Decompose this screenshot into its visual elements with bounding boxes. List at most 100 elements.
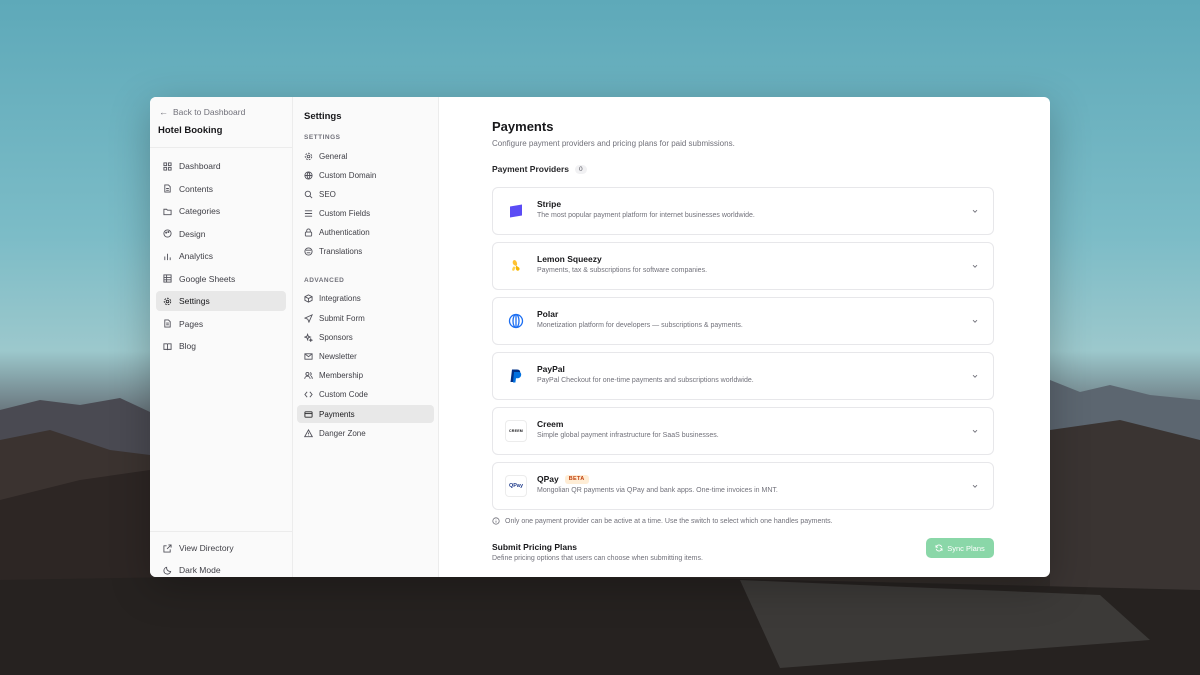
sidebar-item-contents[interactable]: Contents [156,179,286,199]
provider-name-row: QPay BETA [537,474,971,484]
provider-card-stripe[interactable]: Stripe The most popular payment platform… [492,187,994,235]
settings-item-custom-domain[interactable]: Custom Domain [297,166,434,184]
settings-item-custom-fields[interactable]: Custom Fields [297,205,434,223]
paypal-logo-icon [505,365,527,387]
provider-list: Stripe The most popular payment platform… [492,187,994,510]
gear-icon [304,152,313,161]
settings-item-translations[interactable]: Translations [297,243,434,261]
qpay-logo-icon: QPay [505,475,527,497]
provider-name: Stripe [537,199,562,209]
sidebar-item-label: Design [179,228,206,239]
settings-item-label: Translations [319,247,363,257]
settings-item-label: Membership [319,371,364,381]
settings-item-danger-zone[interactable]: Danger Zone [297,424,434,442]
settings-item-seo[interactable]: SEO [297,185,434,203]
sidebar-item-analytics[interactable]: Analytics [156,246,286,266]
provider-card-creem[interactable]: CREEM Creem Simple global payment infras… [492,407,994,455]
moon-icon [163,566,172,575]
sync-plans-button[interactable]: Sync Plans [926,538,994,558]
provider-description: The most popular payment platform for in… [537,212,755,219]
provider-name: Lemon Squeezy [537,254,602,264]
sidebar-item-categories[interactable]: Categories [156,201,286,221]
provider-note-text: Only one payment provider can be active … [505,517,833,525]
languages-icon [304,247,313,256]
sidebar-item-label: Pages [179,318,204,329]
settings-item-newsletter[interactable]: Newsletter [297,348,434,366]
provider-card-qpay[interactable]: QPay QPay BETA Mongolian QR payments via… [492,462,994,510]
palette-icon [163,229,172,238]
users-icon [304,371,313,380]
sidebar-item-label: Google Sheets [179,273,236,284]
back-to-dashboard-link[interactable]: ← Back to Dashboard [159,107,284,117]
settings-item-membership[interactable]: Membership [297,367,434,385]
arrow-left-icon: ← [159,107,168,117]
provider-card-paypal[interactable]: PayPal PayPal Checkout for one-time paym… [492,352,994,400]
sidebar-item-google-sheets[interactable]: Google Sheets [156,269,286,289]
chevron-down-icon[interactable] [971,372,979,380]
chevron-down-icon[interactable] [971,482,979,490]
sidebar-item-label: Blog [179,341,197,351]
chevron-down-icon[interactable] [971,427,979,435]
gear-icon [163,297,172,306]
sidebar-item-blog[interactable]: Blog [156,336,286,356]
settings-item-custom-code[interactable]: Custom Code [297,386,434,404]
code-icon [304,390,313,399]
dark-mode-label: Dark Mode [179,565,221,575]
dark-mode-toggle[interactable]: Dark Mode [156,560,286,577]
provider-card-polar[interactable]: Polar Monetization platform for develope… [492,297,994,345]
settings-nav-title: Settings [304,111,342,122]
pricing-title: Submit Pricing Plans [492,542,578,552]
settings-item-label: Sponsors [319,332,353,342]
table-icon [163,274,172,283]
globe-icon [304,171,313,180]
info-icon [492,517,500,525]
provider-description: Simple global payment infrastructure for… [537,432,719,439]
external-link-icon [163,543,172,553]
sidebar-item-pages[interactable]: Pages [156,314,286,334]
provider-description: PayPal Checkout for one-time payments an… [537,377,754,384]
back-label: Back to Dashboard [173,107,246,117]
send-icon [304,313,313,323]
settings-item-submit-form[interactable]: Submit Form [297,309,434,327]
settings-item-sponsors[interactable]: Sponsors [297,328,434,346]
folder-icon [163,207,172,216]
pricing-description: Define pricing options that users can ch… [492,555,703,562]
settings-section-label: SETTINGS [304,134,341,141]
chevron-down-icon[interactable] [971,262,979,270]
stripe-logo-icon [505,200,527,222]
box-icon [304,294,313,304]
settings-nav: Settings SETTINGS General Custom Domain … [293,97,439,577]
settings-item-label: Danger Zone [319,428,366,438]
sidebar-item-settings[interactable]: Settings [156,291,286,311]
settings-item-label: Custom Domain [319,170,377,180]
settings-item-label: Custom Fields [319,209,371,219]
chevron-down-icon[interactable] [971,317,979,325]
settings-item-label: Newsletter [319,352,357,361]
mail-icon [304,352,313,361]
settings-item-payments[interactable]: Payments [297,405,434,424]
chevron-down-icon[interactable] [971,207,979,215]
page-title: Payments [492,119,554,134]
main-content: Payments Configure payment providers and… [439,97,1050,577]
settings-item-authentication[interactable]: Authentication [297,224,434,242]
warning-icon [304,428,313,438]
page-description: Configure payment providers and pricing … [492,139,735,148]
settings-item-integrations[interactable]: Integrations [297,290,434,308]
sidebar-item-label: Contents [179,183,214,194]
view-directory-label: View Directory [179,543,234,553]
bar-chart-icon [163,252,172,261]
settings-item-general[interactable]: General [297,147,434,165]
provider-card-lemon-squeezy[interactable]: Lemon Squeezy Payments, tax & subscripti… [492,242,994,290]
list-icon [304,209,313,218]
provider-description: Mongolian QR payments via QPay and bank … [537,487,778,494]
sidebar: ← Back to Dashboard Hotel Booking Dashbo… [150,97,293,577]
provider-note: Only one payment provider can be active … [492,517,994,525]
view-directory-link[interactable]: View Directory [156,538,286,558]
settings-item-label: Custom Code [319,390,368,400]
sidebar-nav: Dashboard Contents Categories Design Ana… [150,148,292,367]
provider-name: Creem [537,419,564,429]
sidebar-item-design[interactable]: Design [156,224,286,244]
sync-plans-label: Sync Plans [947,543,985,553]
sidebar-item-dashboard[interactable]: Dashboard [156,156,286,176]
file-icon [163,184,172,193]
